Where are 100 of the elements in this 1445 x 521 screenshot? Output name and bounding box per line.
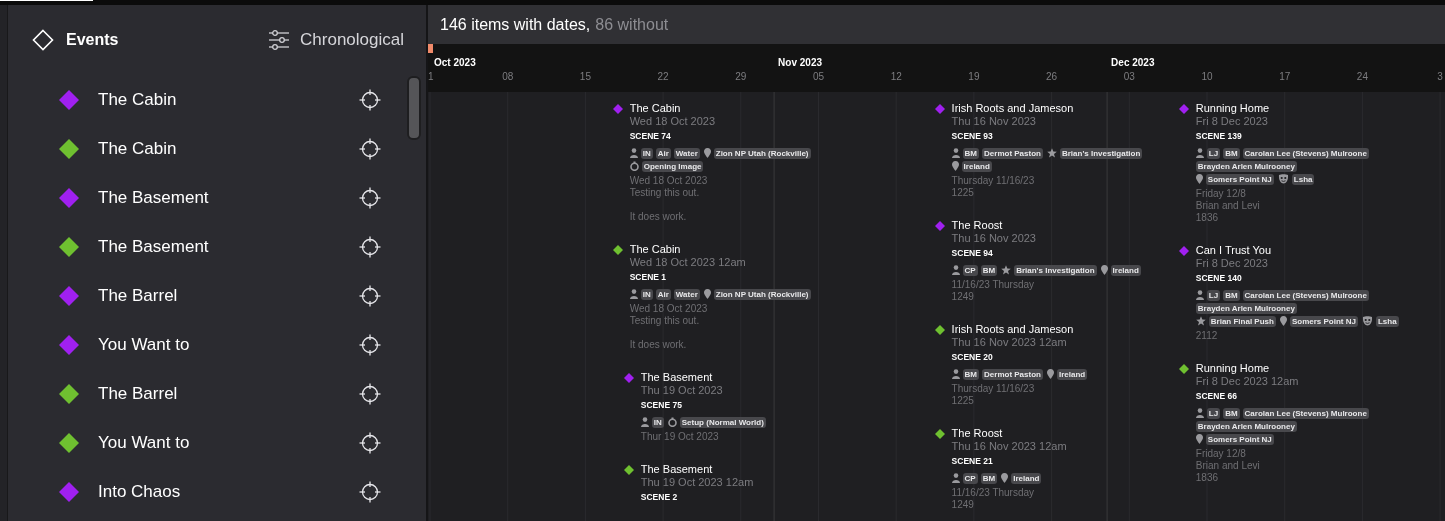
scene-label: SCENE 21 [951,456,994,467]
star-icon [1046,148,1057,158]
week-tick-label: 19 [968,70,980,84]
tag-chip: Zion NP Utah (Rockville) [713,288,811,300]
week-tick-label: 12 [890,70,902,84]
month-label: Nov 2023 [778,56,822,70]
scene-label: SCENE 2 [640,492,679,503]
week-tick-label: 29 [735,70,747,84]
event-notes: 2112 [1195,330,1219,342]
event-notes: Friday 12/8 Brian and Levi 1836 [1195,188,1261,224]
event-date: Thu 16 Nov 2023 12am [951,440,1067,452]
crosshair-icon[interactable] [359,480,381,503]
event-title[interactable]: Running Home [1195,362,1369,375]
scene-label: SCENE 93 [951,131,994,142]
month-label: Dec 2023 [1111,56,1155,70]
tag-chip: BM [1223,147,1240,159]
event-notes: Thur 19 Oct 2023 [640,431,720,443]
sidebar-title: Events [66,30,119,50]
crosshair-icon[interactable] [359,333,381,356]
event-title[interactable]: The Basement [640,371,766,384]
scene-label: SCENE 75 [640,400,683,411]
star-icon [1195,316,1206,326]
event-list-item[interactable]: The Cabin [8,124,407,173]
tag-chip: Zion NP Utah (Rockville) [713,147,811,159]
crosshair-icon[interactable] [359,186,381,209]
crosshair-icon[interactable] [359,284,381,307]
crosshair-icon[interactable] [359,235,381,258]
event-list-item[interactable]: The Cabin [8,75,407,124]
tag-chip: CP [962,472,978,484]
event-title[interactable]: Can I Trust You [1195,244,1399,257]
event-title[interactable]: The Cabin [629,102,811,115]
sort-button[interactable]: Chronological [268,27,404,53]
event-list-item[interactable]: The Barrel [8,271,407,320]
event-date: Fri 8 Dec 2023 [1195,257,1269,269]
week-tick-label: 1 [428,70,434,84]
sliders-icon [268,30,291,50]
event-title[interactable]: The Cabin [629,243,811,256]
tag-chip: Air [655,147,671,159]
event-list-item[interactable]: The Basement [8,173,407,222]
event-title[interactable]: The Roost [951,427,1067,440]
tag-chip: Dermot Paston [982,147,1043,159]
event-notes: 11/16/23 Thursday 1249 [951,279,1036,303]
star-icon [1001,265,1012,275]
tag-chip: Somers Point NJ [1289,315,1358,327]
map-pin-icon [1100,265,1108,275]
tag-chip: Brian's Investigation [1059,147,1143,159]
tag-chip: Brian Final Push [1208,315,1276,327]
tag-chip: Ireland [1110,264,1141,276]
event-list-item[interactable]: The Barrel [8,369,407,418]
tag-chip: BM [980,472,998,484]
week-tick-label: 08 [502,70,514,84]
event-notes: Thursday 11/16/23 1225 [951,383,1036,407]
person-icon [951,148,960,158]
crosshair-icon[interactable] [359,88,381,111]
event-title[interactable]: Irish Roots and Jameson [951,102,1143,115]
event-list-item[interactable]: Into Chaos [8,467,407,516]
tag-chip: Brayden Arlen Mulrooney [1195,302,1297,314]
event-title[interactable]: Irish Roots and Jameson [951,323,1088,336]
event-list-item[interactable]: The Basement [8,222,407,271]
person-icon [1195,290,1204,300]
event-list-item[interactable]: You Want to [8,418,407,467]
week-tick-label: 17 [1279,70,1291,84]
tag-chip: Ireland [1056,368,1088,380]
tag-chip: Lsha [1291,173,1315,185]
person-icon [951,369,960,379]
event-date: Wed 18 Oct 2023 [629,115,717,127]
tag-chip: Somers Point NJ [1205,173,1274,185]
event-list-item[interactable]: You Want to [8,320,407,369]
event-date: Thu 16 Nov 2023 12am [951,336,1068,348]
tag-chip: Somers Point NJ [1205,433,1274,445]
event-date: Thu 19 Oct 2023 [640,384,724,396]
week-tick-label: 03 [1123,70,1135,84]
tag-chip: IN [640,147,653,159]
scrollbar-thumb[interactable] [407,76,421,140]
map-pin-icon [703,289,711,299]
scene-label: SCENE 20 [951,352,994,363]
tag-chip: Ireland [1011,472,1042,484]
event-title[interactable]: The Basement [640,463,754,476]
event-title[interactable]: The Roost [951,219,1141,232]
map-pin-icon [1195,174,1203,184]
event-notes: It does work. [629,339,688,351]
event-notes: Wed 18 Oct 2023 Testing this out. [629,303,709,327]
today-marker [428,44,433,53]
crosshair-icon[interactable] [359,382,381,405]
tag-chip: Air [655,288,671,300]
scene-label: SCENE 94 [951,248,994,259]
crosshair-icon[interactable] [359,431,381,454]
tag-chip: Brayden Arlen Mulrooney [1195,160,1297,172]
event-date: Thu 16 Nov 2023 [951,232,1037,244]
crosshair-icon[interactable] [359,137,381,160]
event-title[interactable]: Running Home [1195,102,1369,115]
tag-chip: Lsha [1375,315,1399,327]
tag-chip: Carolan Lee (Stevens) Mulroone [1242,289,1369,301]
person-icon [951,265,960,275]
scene-label: SCENE 66 [1195,391,1238,402]
person-icon [640,417,649,427]
week-tick-label: 22 [657,70,669,84]
tag-chip: Brayden Arlen Mulrooney [1195,420,1297,432]
person-icon [629,148,638,158]
event-date: Thu 19 Oct 2023 12am [640,476,754,488]
